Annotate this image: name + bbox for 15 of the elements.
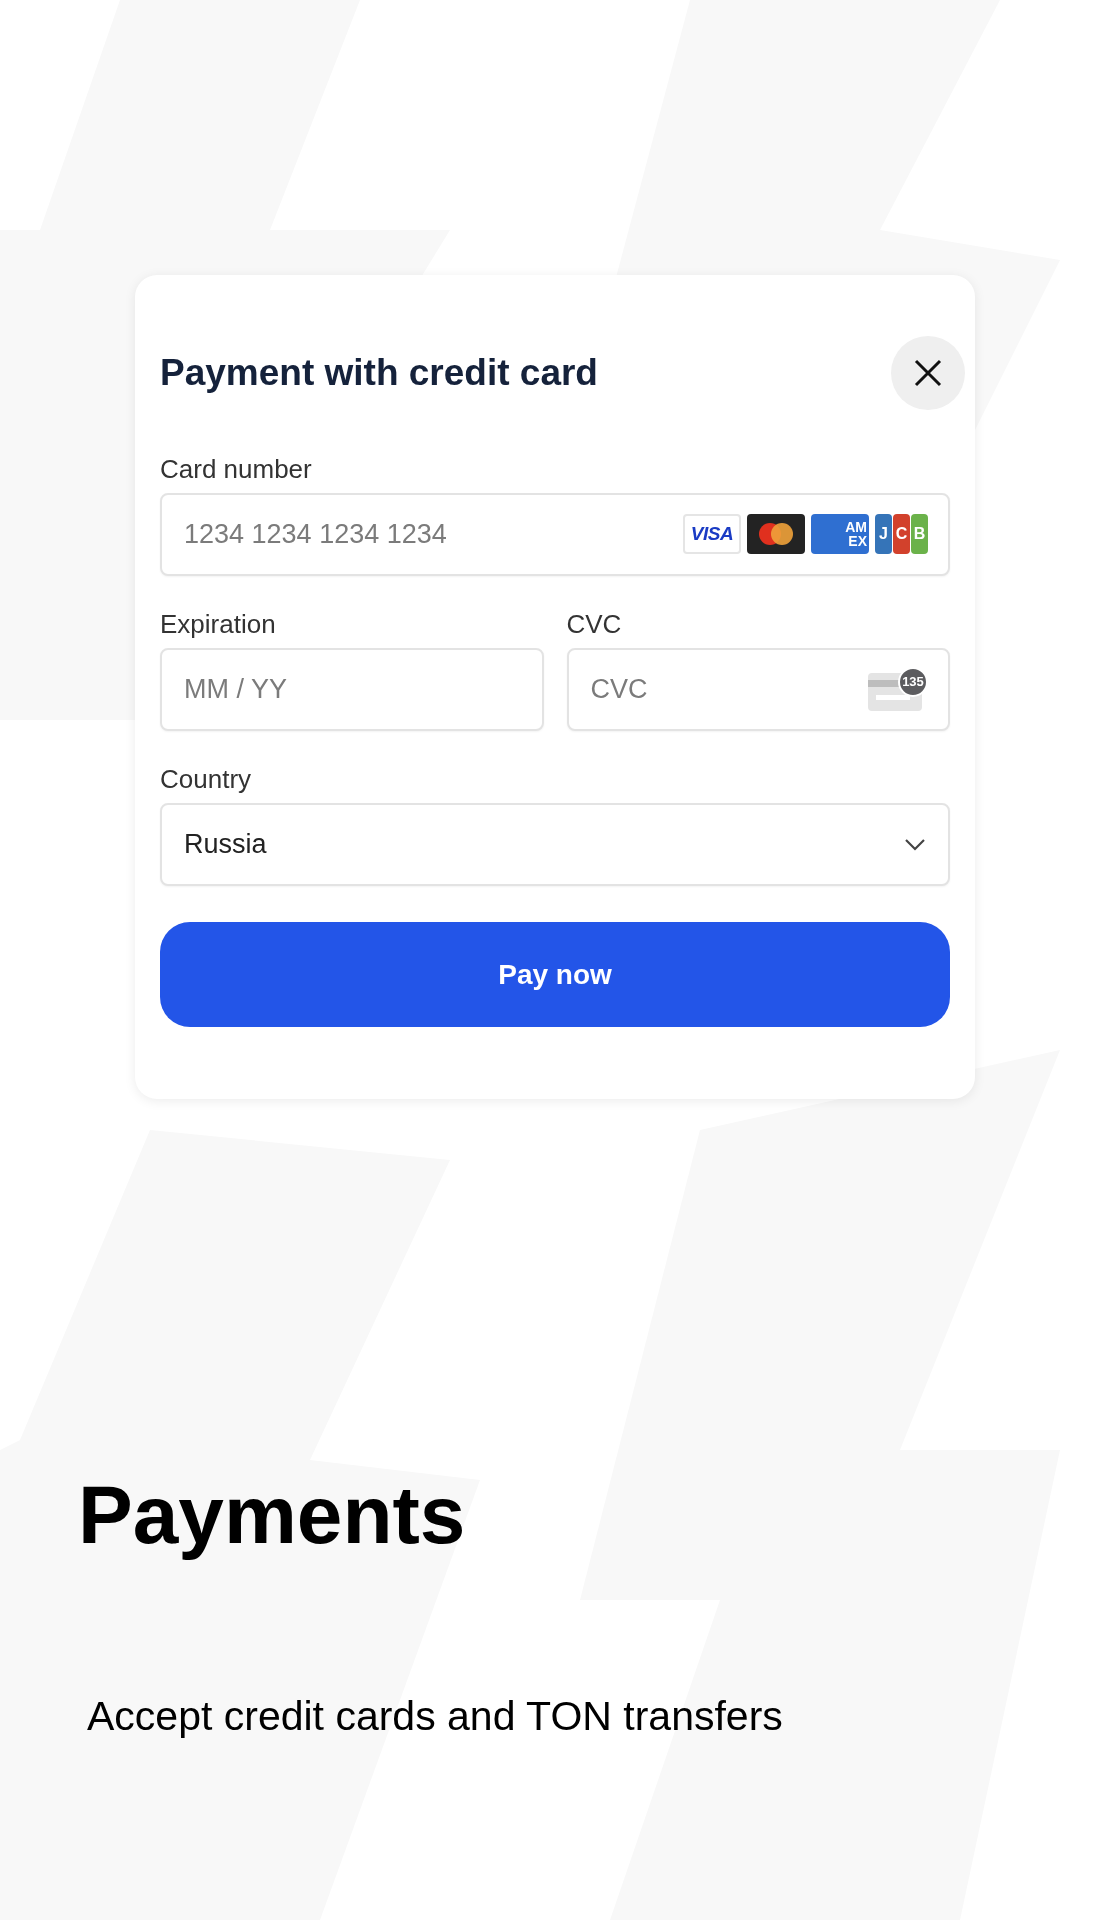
field-label: Expiration <box>160 608 277 641</box>
dialog-title: Payment with credit card <box>160 351 598 396</box>
field-label: CVC <box>566 608 623 641</box>
jcb-logo: J C B <box>875 514 928 554</box>
amex-logo: AM EX <box>811 514 869 554</box>
country-select[interactable]: Russia <box>160 803 950 886</box>
chevron-down-icon <box>904 837 926 852</box>
pay-now-button[interactable]: Pay now <box>160 922 950 1027</box>
field-label: Country <box>160 763 253 796</box>
visa-logo: VISA <box>683 514 741 554</box>
expiration-field[interactable]: MM / YY <box>160 648 544 731</box>
page-subtitle: Accept credit cards and TON transfers <box>87 1692 784 1741</box>
mastercard-logo <box>747 514 805 554</box>
field-label: Card number <box>160 453 313 486</box>
close-icon <box>914 359 942 387</box>
